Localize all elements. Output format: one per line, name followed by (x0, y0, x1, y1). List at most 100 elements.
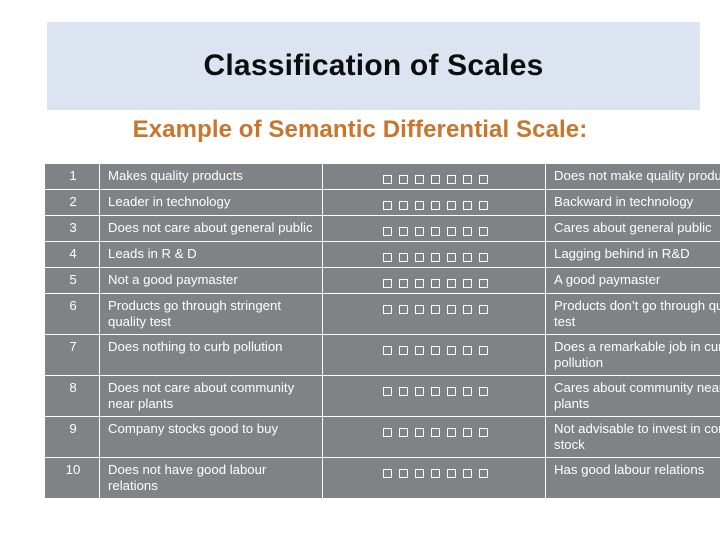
scale-checkbox[interactable] (414, 201, 424, 210)
scale-checkbox[interactable] (430, 469, 440, 478)
scale-checkbox[interactable] (430, 387, 440, 396)
scale-checkbox[interactable] (446, 469, 456, 478)
scale-checkbox[interactable] (478, 469, 488, 478)
scale-checkbox[interactable] (382, 469, 392, 478)
left-anchor-label: Does not have good labour relations (99, 457, 323, 499)
scale-cell (322, 375, 546, 417)
row-number: 5 (44, 267, 100, 294)
table-row: 7 Does nothing to curb pollution Does a re… (44, 334, 720, 376)
scale-checkbox[interactable] (478, 346, 488, 355)
scale-checkbox[interactable] (382, 227, 392, 236)
scale-checkbox[interactable] (414, 279, 424, 288)
left-anchor-label: Makes quality products (99, 163, 323, 190)
scale-checkbox[interactable] (430, 201, 440, 210)
left-anchor-label: Does not care about general public (99, 215, 323, 242)
scale-checkbox[interactable] (462, 227, 472, 236)
scale-checkbox[interactable] (462, 253, 472, 262)
scale-checkbox[interactable] (462, 201, 472, 210)
scale-checkbox[interactable] (382, 201, 392, 210)
scale-cell (322, 293, 546, 335)
scale-checkbox[interactable] (398, 428, 408, 437)
scale-checkbox-group (331, 339, 539, 355)
scale-checkbox[interactable] (398, 387, 408, 396)
scale-checkbox[interactable] (414, 175, 424, 184)
scale-checkbox[interactable] (478, 279, 488, 288)
scale-checkbox[interactable] (382, 279, 392, 288)
scale-checkbox[interactable] (462, 469, 472, 478)
row-number: 4 (44, 241, 100, 268)
page-title: Classification of Scales (203, 49, 544, 82)
scale-checkbox[interactable] (478, 387, 488, 396)
scale-cell (322, 215, 546, 242)
scale-checkbox-group (331, 298, 539, 314)
scale-checkbox[interactable] (398, 175, 408, 184)
scale-checkbox[interactable] (414, 387, 424, 396)
scale-checkbox-group (331, 194, 539, 210)
scale-checkbox[interactable] (430, 253, 440, 262)
scale-checkbox[interactable] (462, 279, 472, 288)
table-body: 1 Makes quality products Does not make qua… (44, 163, 720, 499)
scale-checkbox[interactable] (398, 227, 408, 236)
scale-checkbox[interactable] (414, 428, 424, 437)
right-anchor-label: A good paymaster (545, 267, 720, 294)
scale-checkbox[interactable] (462, 346, 472, 355)
scale-checkbox[interactable] (382, 175, 392, 184)
scale-checkbox[interactable] (446, 305, 456, 314)
scale-checkbox[interactable] (478, 227, 488, 236)
scale-checkbox[interactable] (430, 346, 440, 355)
right-anchor-label: Lagging behind in R&D (545, 241, 720, 268)
scale-checkbox[interactable] (446, 201, 456, 210)
scale-checkbox[interactable] (446, 279, 456, 288)
scale-checkbox[interactable] (398, 469, 408, 478)
scale-checkbox[interactable] (478, 201, 488, 210)
row-number: 9 (44, 416, 100, 458)
scale-checkbox[interactable] (446, 387, 456, 396)
row-number: 2 (44, 189, 100, 216)
scale-checkbox[interactable] (414, 469, 424, 478)
scale-checkbox[interactable] (382, 387, 392, 396)
scale-checkbox[interactable] (478, 428, 488, 437)
scale-checkbox[interactable] (462, 305, 472, 314)
left-anchor-label: Leads in R & D (99, 241, 323, 268)
scale-checkbox[interactable] (398, 201, 408, 210)
scale-checkbox[interactable] (462, 387, 472, 396)
scale-checkbox[interactable] (382, 253, 392, 262)
row-number: 8 (44, 375, 100, 417)
scale-checkbox[interactable] (446, 253, 456, 262)
scale-checkbox[interactable] (430, 279, 440, 288)
scale-checkbox[interactable] (430, 175, 440, 184)
scale-checkbox-group (331, 272, 539, 288)
table-row: 10 Does not have good labour relations Has… (44, 457, 720, 499)
scale-checkbox[interactable] (430, 227, 440, 236)
scale-checkbox[interactable] (398, 253, 408, 262)
table-row: 4 Leads in R & D Lagging behind in R&D (44, 241, 720, 268)
scale-checkbox[interactable] (398, 305, 408, 314)
scale-checkbox[interactable] (382, 305, 392, 314)
right-anchor-label: Backward in technology (545, 189, 720, 216)
scale-checkbox[interactable] (462, 428, 472, 437)
scale-checkbox[interactable] (414, 305, 424, 314)
scale-checkbox[interactable] (430, 428, 440, 437)
scale-checkbox[interactable] (478, 253, 488, 262)
subtitle: Example of Semantic Differential Scale: (132, 116, 588, 143)
table-row: 3 Does not care about general public Cares… (44, 215, 720, 242)
scale-checkbox[interactable] (478, 175, 488, 184)
scale-checkbox[interactable] (462, 175, 472, 184)
scale-checkbox[interactable] (398, 346, 408, 355)
scale-cell (322, 334, 546, 376)
left-anchor-label: Does not care about community near plant… (99, 375, 323, 417)
scale-checkbox-group (331, 246, 539, 262)
scale-checkbox[interactable] (478, 305, 488, 314)
row-number: 1 (44, 163, 100, 190)
scale-checkbox[interactable] (398, 279, 408, 288)
scale-checkbox[interactable] (382, 346, 392, 355)
scale-checkbox[interactable] (382, 428, 392, 437)
scale-checkbox[interactable] (446, 428, 456, 437)
scale-checkbox[interactable] (414, 346, 424, 355)
scale-checkbox[interactable] (446, 175, 456, 184)
scale-checkbox[interactable] (446, 346, 456, 355)
scale-checkbox[interactable] (446, 227, 456, 236)
scale-checkbox[interactable] (414, 227, 424, 236)
scale-checkbox[interactable] (414, 253, 424, 262)
scale-checkbox[interactable] (430, 305, 440, 314)
